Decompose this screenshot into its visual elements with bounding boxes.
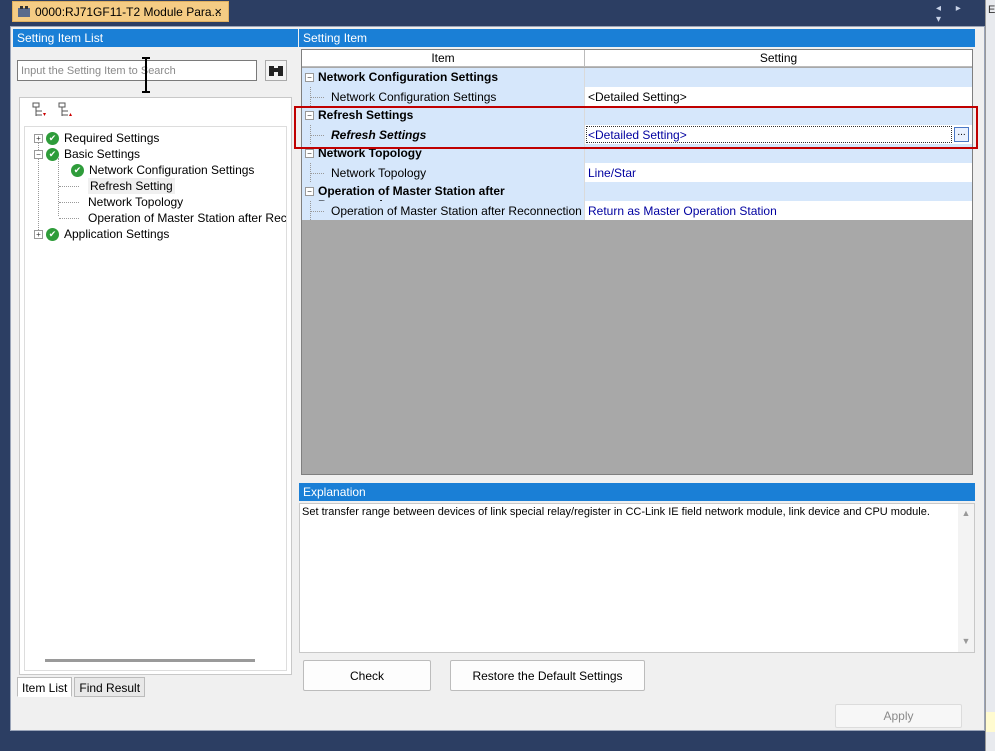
close-icon[interactable]: × [214, 4, 222, 19]
apply-button[interactable]: Apply [835, 704, 962, 728]
setting-tree: + ✔ Required Settings − ✔ Basic Settings… [24, 126, 287, 671]
horizontal-scrollbar[interactable] [45, 659, 255, 662]
module-parameter-window: Setting Item List + ✔ Required Settings … [10, 26, 985, 731]
left-pane-tabs: Item List Find Result [17, 677, 147, 697]
tree-line [59, 186, 79, 187]
collapse-icon[interactable]: − [305, 73, 314, 82]
tree-item-operation-master[interactable]: Operation of Master Station after Reconn… [88, 210, 286, 226]
tree-item-basic-settings[interactable]: − ✔ Basic Settings [34, 146, 140, 162]
explanation-text: Set transfer range between devices of li… [302, 506, 930, 518]
setting-value[interactable]: Line/Star [588, 166, 636, 180]
tree-panel: + ✔ Required Settings − ✔ Basic Settings… [19, 97, 292, 675]
setting-row[interactable]: Network Configuration Settings <Detailed… [302, 87, 972, 106]
category-row[interactable]: −Operation of Master Station after Recon… [302, 182, 972, 212]
tree-item-application-settings[interactable]: + ✔ Application Settings [34, 226, 169, 242]
scroll-down-icon[interactable]: ▼ [958, 636, 974, 646]
tab-find-result[interactable]: Find Result [74, 677, 146, 697]
tree-item-refresh-setting[interactable]: Refresh Setting [88, 178, 175, 194]
tree-line [58, 158, 59, 216]
binoculars-icon [269, 65, 283, 76]
check-button[interactable]: Check [303, 660, 431, 691]
setting-item-header: Setting Item [299, 29, 975, 47]
setting-value[interactable]: Return as Master Operation Station [588, 204, 777, 218]
category-row[interactable]: − Network Configuration Settings [302, 68, 972, 87]
setting-item-list-header: Setting Item List [13, 29, 298, 47]
check-icon: ✔ [46, 147, 59, 161]
collapse-icon[interactable]: − [34, 149, 43, 159]
tab-item-list[interactable]: Item List [17, 677, 73, 697]
document-tab-title: 0000:RJ71GF11-T2 Module Para... [35, 4, 222, 19]
tree-item-network-configuration[interactable]: ✔ Network Configuration Settings [71, 162, 254, 178]
right-strip-label: E [988, 4, 995, 16]
tree-item-required-settings[interactable]: + ✔ Required Settings [34, 130, 159, 146]
grid-header-row: Item Setting [302, 50, 972, 67]
search-input[interactable] [17, 60, 257, 81]
expand-icon[interactable]: + [34, 229, 43, 239]
right-strip-panel [986, 712, 995, 732]
tree-line [59, 218, 79, 219]
check-icon: ✔ [71, 163, 84, 177]
tree-toolbar [32, 102, 74, 120]
column-header-setting[interactable]: Setting [584, 50, 972, 66]
tree-line [59, 202, 79, 203]
tree-item-network-topology[interactable]: Network Topology [88, 194, 183, 210]
expand-icon[interactable]: + [34, 133, 43, 143]
collapse-all-icon[interactable] [58, 102, 74, 118]
highlight-box [294, 106, 978, 149]
expand-all-icon[interactable] [32, 102, 48, 118]
explanation-panel: Set transfer range between devices of li… [299, 503, 975, 653]
text-cursor-icon [142, 57, 150, 93]
collapse-icon[interactable]: − [305, 187, 314, 196]
collapse-icon[interactable]: − [305, 149, 314, 158]
check-icon: ✔ [46, 131, 59, 145]
scroll-up-icon[interactable]: ▲ [958, 508, 974, 518]
search-button[interactable] [265, 60, 287, 81]
check-icon: ✔ [46, 227, 59, 241]
explanation-header: Explanation [299, 483, 975, 501]
vertical-scrollbar[interactable]: ▲ ▼ [958, 504, 974, 652]
setting-row[interactable]: Network Topology Line/Star [302, 163, 972, 182]
tab-nav-arrows[interactable]: ◂ ▸ ▾ [936, 3, 980, 25]
restore-default-button[interactable]: Restore the Default Settings [450, 660, 645, 691]
right-side-strip: E [985, 0, 995, 751]
setting-value[interactable]: <Detailed Setting> [588, 90, 687, 104]
column-header-item[interactable]: Item [302, 50, 584, 66]
document-tab[interactable]: 0000:RJ71GF11-T2 Module Para... × [12, 1, 229, 22]
setting-row[interactable]: Operation of Master Station after Reconn… [302, 201, 972, 220]
module-icon [18, 5, 30, 17]
